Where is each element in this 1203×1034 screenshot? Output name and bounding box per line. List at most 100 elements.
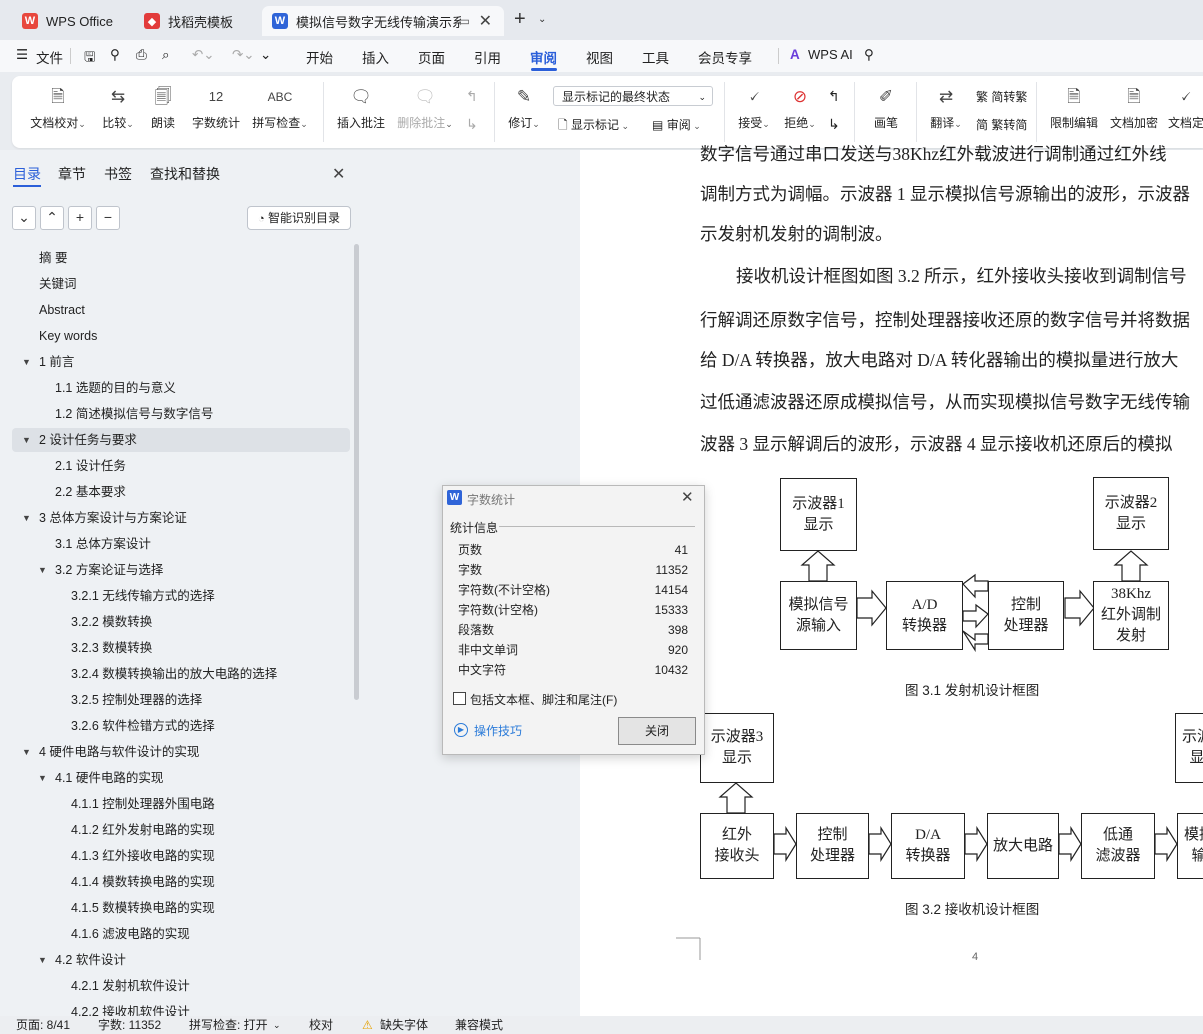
close-icon[interactable]: ✕ (681, 488, 694, 506)
toc-item[interactable]: Abstract (12, 298, 350, 322)
new-tab-icon[interactable]: + (514, 8, 526, 31)
add-heading-button[interactable]: + (68, 206, 92, 230)
toc-item[interactable]: ▼ 2 设计任务与要求 (12, 428, 350, 452)
toc-item[interactable]: ▼ 4.1 硬件电路的实现 (12, 766, 350, 790)
revise-button[interactable]: ✎ 修订⌄ (504, 84, 544, 131)
chevron-down-icon[interactable]: ⌄ (273, 1016, 281, 1034)
toc-item[interactable]: 3.2.5 控制处理器的选择 (12, 688, 350, 712)
menu-insert[interactable]: 插入 (362, 47, 389, 67)
toc-item[interactable]: 3.2.2 模数转换 (12, 610, 350, 634)
toc-item[interactable]: ▼ 4.2 软件设计 (12, 948, 350, 972)
chevron-down-icon[interactable]: ⌄ (538, 14, 546, 25)
toc-item[interactable]: 1.1 选题的目的与意义 (12, 376, 350, 400)
proof-indicator[interactable]: 校对 (309, 1016, 333, 1034)
toc-item[interactable]: 摘 要 (12, 246, 350, 270)
menu-view[interactable]: 视图 (586, 47, 613, 67)
include-notes-checkbox[interactable] (453, 692, 466, 705)
toc-item[interactable]: ▼ 3 总体方案设计与方案论证 (12, 506, 350, 530)
close-panel-icon[interactable]: ✕ (332, 164, 345, 184)
prev-change-icon[interactable]: ↰ (828, 88, 840, 105)
doc-check-button[interactable]: 🗎 文档校对⌄ (28, 84, 88, 131)
share-icon[interactable]: ⚲ (110, 47, 120, 63)
expand-triangle-icon[interactable]: ▼ (38, 766, 47, 790)
expand-triangle-icon[interactable]: ▼ (22, 428, 31, 452)
toc-item[interactable]: 3.2.6 软件检错方式的选择 (12, 714, 350, 738)
show-marks-button[interactable]: 🗋 显示标记 ⌄ (558, 116, 629, 137)
toc-item[interactable]: 4.1.2 红外发射电路的实现 (12, 818, 350, 842)
menu-review[interactable]: 审阅 (530, 47, 557, 67)
toc-scrollbar[interactable] (354, 244, 359, 700)
menu-file[interactable]: 文件 (36, 47, 63, 67)
toc-item[interactable]: ▼ 1 前言 (12, 350, 350, 374)
to-simplified-button[interactable]: 简 繁转简 (976, 116, 1027, 133)
search-icon[interactable]: ⚲ (864, 47, 874, 63)
toc-item[interactable]: 4.1.4 模数转换电路的实现 (12, 870, 350, 894)
toc-item[interactable]: ▼ 4 硬件电路与软件设计的实现 (12, 740, 350, 764)
compat-mode-indicator[interactable]: 兼容模式 (455, 1016, 503, 1034)
preview-icon[interactable]: ⌕ (162, 47, 170, 63)
remove-heading-button[interactable]: − (96, 206, 120, 230)
read-aloud-button[interactable]: 🗐 朗读 (148, 84, 178, 131)
tab-document[interactable]: W 模拟信号数字无线传输演示系 ▭ ✕ (262, 6, 504, 36)
compare-button[interactable]: ⇆ 比较⌄ (98, 84, 138, 131)
tab-wps-office[interactable]: W WPS Office (8, 6, 124, 36)
toc-item[interactable]: Key words (12, 324, 350, 348)
missing-font-indicator[interactable]: 缺失字体 (380, 1016, 428, 1034)
expand-triangle-icon[interactable]: ▼ (22, 740, 31, 764)
toc-item[interactable]: 2.2 基本要求 (12, 480, 350, 504)
toc-item[interactable]: 4.1.3 红外接收电路的实现 (12, 844, 350, 868)
restrict-edit-button[interactable]: 🗎 限制编辑 (1048, 84, 1100, 131)
delete-comment-button[interactable]: 🗨 删除批注⌄ (394, 84, 456, 131)
tab-template[interactable]: ◆ 找稻壳模板 (130, 6, 258, 36)
expand-up-button[interactable]: ⌃ (40, 206, 64, 230)
reject-button[interactable]: ⊘ 拒绝⌄ (780, 84, 820, 131)
print-icon[interactable]: ⎙ (136, 47, 147, 63)
redo-icon[interactable]: ↷⌄ (232, 47, 255, 63)
smart-toc-button[interactable]: ◔ 智能识别目录 (247, 206, 351, 230)
tab-sections[interactable]: 章节 (58, 164, 86, 184)
pen-button[interactable]: ✐ 画笔 (870, 84, 902, 131)
toc-item[interactable]: 4.1.6 滤波电路的实现 (12, 922, 350, 946)
expand-triangle-icon[interactable]: ▼ (38, 948, 47, 972)
menu-page[interactable]: 页面 (418, 47, 445, 67)
monitor-icon[interactable]: ▭ (459, 14, 470, 28)
toc-item[interactable]: 1.2 简述模拟信号与数字信号 (12, 402, 350, 426)
tab-find-replace[interactable]: 查找和替换 (150, 164, 220, 184)
page-indicator[interactable]: 页面: 8/41 (16, 1016, 70, 1034)
toc-item[interactable]: 3.2.4 数模转换输出的放大电路的选择 (12, 662, 350, 686)
tab-bookmarks[interactable]: 书签 (104, 164, 132, 184)
toc-item[interactable]: 3.2.1 无线传输方式的选择 (12, 584, 350, 608)
collapse-all-button[interactable]: ⌄ (12, 206, 36, 230)
toc-item[interactable]: 2.1 设计任务 (12, 454, 350, 478)
review-pane-button[interactable]: ▤ 审阅 ⌄ (652, 116, 701, 133)
encrypt-button[interactable]: 🗎 文档加密 (1108, 84, 1160, 131)
menu-member[interactable]: 会员专享 (698, 47, 752, 67)
expand-triangle-icon[interactable]: ▼ (38, 558, 47, 582)
word-count-indicator[interactable]: 字数: 11352 (98, 1016, 161, 1034)
close-button[interactable]: 关闭 (618, 717, 696, 745)
toc-item[interactable]: 4.1.1 控制处理器外围电路 (12, 792, 350, 816)
finalize-button[interactable]: 🗸 文档定 (1168, 84, 1203, 131)
save-icon[interactable]: 🖫 (84, 47, 96, 70)
next-comment-icon[interactable]: ↳ (466, 116, 478, 133)
word-count-button[interactable]: 12 字数统计 (188, 84, 244, 131)
translate-button[interactable]: ⇄ 翻译⌄ (926, 84, 966, 131)
menu-wps-ai[interactable]: WPS AI (808, 47, 853, 62)
markup-mode-select[interactable]: 显示标记的最终状态 ⌄ (553, 86, 713, 106)
menu-home[interactable]: 开始 (306, 47, 333, 67)
spell-check-button[interactable]: ABC 拼写检查⌄ (250, 84, 310, 131)
tips-link[interactable]: 操作技巧 (474, 722, 522, 739)
to-traditional-button[interactable]: 繁 简转繁 (976, 88, 1027, 105)
toc-item[interactable]: 4.2.1 发射机软件设计 (12, 974, 350, 998)
close-tab-icon[interactable]: ✕ (479, 11, 492, 31)
undo-icon[interactable]: ↶⌄ (192, 47, 215, 63)
prev-comment-icon[interactable]: ↰ (466, 88, 478, 105)
toc-item[interactable]: 3.1 总体方案设计 (12, 532, 350, 556)
toc-item[interactable]: 关键词 (12, 272, 350, 296)
next-change-icon[interactable]: ↳ (828, 116, 840, 133)
more-icon[interactable]: ⌄ (260, 47, 271, 63)
toc-item[interactable]: 3.2.3 数模转换 (12, 636, 350, 660)
hamburger-icon[interactable]: ☰ (16, 47, 28, 63)
toc-item[interactable]: 4.1.5 数模转换电路的实现 (12, 896, 350, 920)
expand-triangle-icon[interactable]: ▼ (22, 506, 31, 530)
